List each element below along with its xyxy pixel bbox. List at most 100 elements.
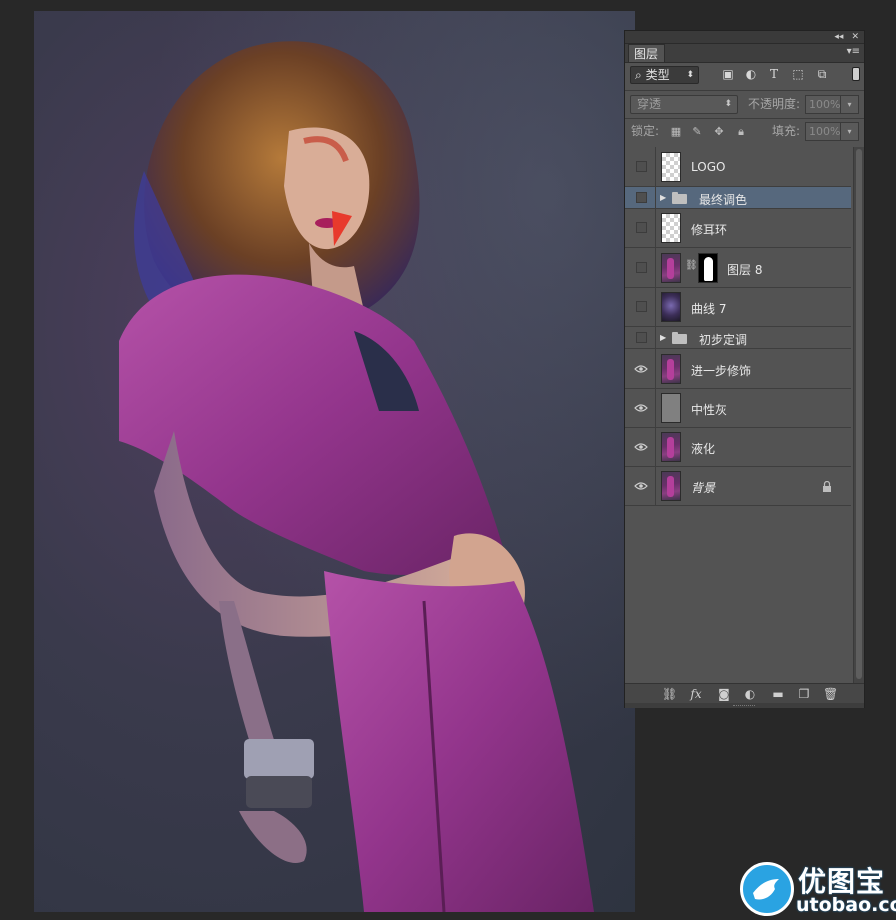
filter-toggle[interactable] xyxy=(852,67,860,81)
layer-mask-thumbnail[interactable] xyxy=(698,253,718,283)
blend-row: 穿透 ⬍ 不透明度: 100% ▾ xyxy=(625,91,864,118)
layer-row[interactable]: 进一步修饰 xyxy=(625,349,851,389)
layer-visibility-toggle[interactable] xyxy=(625,349,656,388)
layer-visibility-toggle[interactable] xyxy=(625,248,656,287)
lock-image-pixels-icon[interactable]: ✎ xyxy=(691,126,703,138)
layer-visibility-toggle[interactable] xyxy=(625,467,656,505)
folder-icon xyxy=(672,192,687,204)
layer-row[interactable]: LOGO xyxy=(625,147,851,187)
layer-visibility-toggle[interactable] xyxy=(625,187,656,208)
bird-icon xyxy=(753,879,779,900)
layer-thumbnail xyxy=(661,292,681,322)
layer-name: 曲线 7 xyxy=(691,302,727,316)
search-icon: ⌕ xyxy=(635,68,642,82)
add-mask-icon[interactable]: ◙ xyxy=(717,687,731,701)
layer-row[interactable]: 液化 xyxy=(625,428,851,467)
expand-triangle-icon[interactable]: ▶ xyxy=(660,333,666,342)
filter-smart-object-icon[interactable]: ⧉ xyxy=(815,67,829,81)
divider xyxy=(625,118,864,119)
delete-layer-icon[interactable]: 🗑︎ xyxy=(823,687,838,701)
opacity-label: 不透明度: xyxy=(748,97,801,111)
panel-tab-row: 图层 ▾≡ xyxy=(625,44,864,63)
eye-icon xyxy=(634,404,648,412)
layers-bottom-toolbar: ⛓ fx ◙ ◐ ▬ ❐ 🗑︎ xyxy=(625,683,864,703)
eye-icon xyxy=(634,443,648,451)
new-layer-icon[interactable]: ❐ xyxy=(797,687,811,701)
layer-thumbnail xyxy=(661,354,681,384)
scrollbar-thumb[interactable] xyxy=(856,149,862,679)
close-icon[interactable]: ✕ xyxy=(851,32,859,42)
lock-transparent-pixels-icon[interactable]: ▦ xyxy=(670,126,682,138)
layer-name: 进一步修饰 xyxy=(691,364,752,378)
visibility-off-box xyxy=(636,161,647,172)
layer-visibility-toggle[interactable] xyxy=(625,428,656,466)
filter-pixel-icon[interactable]: ▣ xyxy=(721,67,735,81)
opacity-field[interactable]: 100% ▾ xyxy=(805,95,859,114)
layers-list: LOGO ▶ 最终调色 修耳环 ⛓ 图层 8 曲线 7 ▶ 初步定调 进一步修饰… xyxy=(625,147,853,683)
grip-dots xyxy=(733,705,755,707)
fill-dropdown-icon[interactable]: ▾ xyxy=(840,123,858,140)
filter-type-icon[interactable]: T xyxy=(767,67,781,81)
new-group-icon[interactable]: ▬ xyxy=(771,687,785,701)
lock-position-icon[interactable]: ✥ xyxy=(713,126,725,138)
panel-title-strip: ◂◂ ✕ xyxy=(625,31,864,44)
adjustment-layer-icon[interactable]: ◐ xyxy=(743,687,757,701)
opacity-value: 100% xyxy=(809,98,841,111)
layers-scrollbar[interactable] xyxy=(853,147,864,683)
filter-adjustment-icon[interactable]: ◐ xyxy=(744,67,758,81)
layer-row[interactable]: 修耳环 xyxy=(625,209,851,248)
watermark-en-text: utobao.com xyxy=(796,894,896,916)
layer-thumbnail xyxy=(661,393,681,423)
layer-visibility-toggle[interactable] xyxy=(625,147,656,186)
opacity-dropdown-icon[interactable]: ▾ xyxy=(840,96,858,113)
layer-thumbnail xyxy=(661,213,681,243)
lock-icon xyxy=(823,481,831,492)
expand-triangle-icon[interactable]: ▶ xyxy=(660,193,666,202)
updown-arrow-icon: ⬍ xyxy=(686,70,694,80)
layer-style-fx-icon[interactable]: fx xyxy=(689,687,703,701)
document-canvas[interactable] xyxy=(34,11,635,912)
visibility-off-box xyxy=(636,222,647,233)
filter-kind-select[interactable]: ⌕ 类型 ⬍ xyxy=(630,66,699,84)
layer-visibility-toggle[interactable] xyxy=(625,389,656,427)
filter-shape-icon[interactable]: ⬚ xyxy=(791,67,805,81)
layer-row[interactable]: 背景 xyxy=(625,467,851,506)
layer-row[interactable]: ⛓ 图层 8 xyxy=(625,248,851,288)
eye-icon xyxy=(634,482,648,490)
panel-resize-grip[interactable] xyxy=(625,703,864,708)
visibility-off-box xyxy=(636,332,647,343)
layer-group-row[interactable]: ▶ 最终调色 xyxy=(625,187,851,209)
panel-menu-icon[interactable]: ▾≡ xyxy=(847,46,860,57)
portrait-photo xyxy=(119,41,594,912)
layer-name: 初步定调 xyxy=(699,333,748,347)
fill-field[interactable]: 100% ▾ xyxy=(805,122,859,141)
visibility-off-box xyxy=(636,192,647,203)
layer-name: 液化 xyxy=(691,442,716,456)
layer-name: 中性灰 xyxy=(691,403,728,417)
layer-visibility-toggle[interactable] xyxy=(625,288,656,326)
lock-label: 锁定: xyxy=(631,124,660,138)
updown-arrow-icon: ⬍ xyxy=(724,99,732,109)
collapse-panels-icon[interactable]: ◂◂ xyxy=(834,32,843,42)
layer-group-row[interactable]: ▶ 初步定调 xyxy=(625,327,851,349)
fill-value: 100% xyxy=(809,125,841,138)
watermark-bird-logo xyxy=(740,862,794,916)
layer-row[interactable]: 中性灰 xyxy=(625,389,851,428)
lock-all-icon[interactable]: 🔒︎ xyxy=(735,126,747,138)
layer-visibility-toggle[interactable] xyxy=(625,327,656,348)
layer-visibility-toggle[interactable] xyxy=(625,209,656,247)
tab-layers[interactable]: 图层 xyxy=(628,44,666,62)
blend-mode-select[interactable]: 穿透 ⬍ xyxy=(630,95,738,114)
link-chain-icon[interactable]: ⛓ xyxy=(685,260,698,271)
blend-mode-value: 穿透 xyxy=(637,97,662,111)
layer-name: 图层 8 xyxy=(727,263,763,277)
layer-thumbnail xyxy=(661,471,681,501)
layer-row[interactable]: 曲线 7 xyxy=(625,288,851,327)
layer-name: 背景 xyxy=(691,481,716,495)
folder-icon xyxy=(672,332,687,344)
filter-row: ⌕ 类型 ⬍ ▣ ◐ T ⬚ ⧉ xyxy=(625,62,864,90)
layer-name: LOGO xyxy=(691,160,726,174)
layer-thumbnail xyxy=(661,253,681,283)
link-layers-icon[interactable]: ⛓ xyxy=(662,687,677,701)
fill-label: 填充: xyxy=(772,124,801,138)
